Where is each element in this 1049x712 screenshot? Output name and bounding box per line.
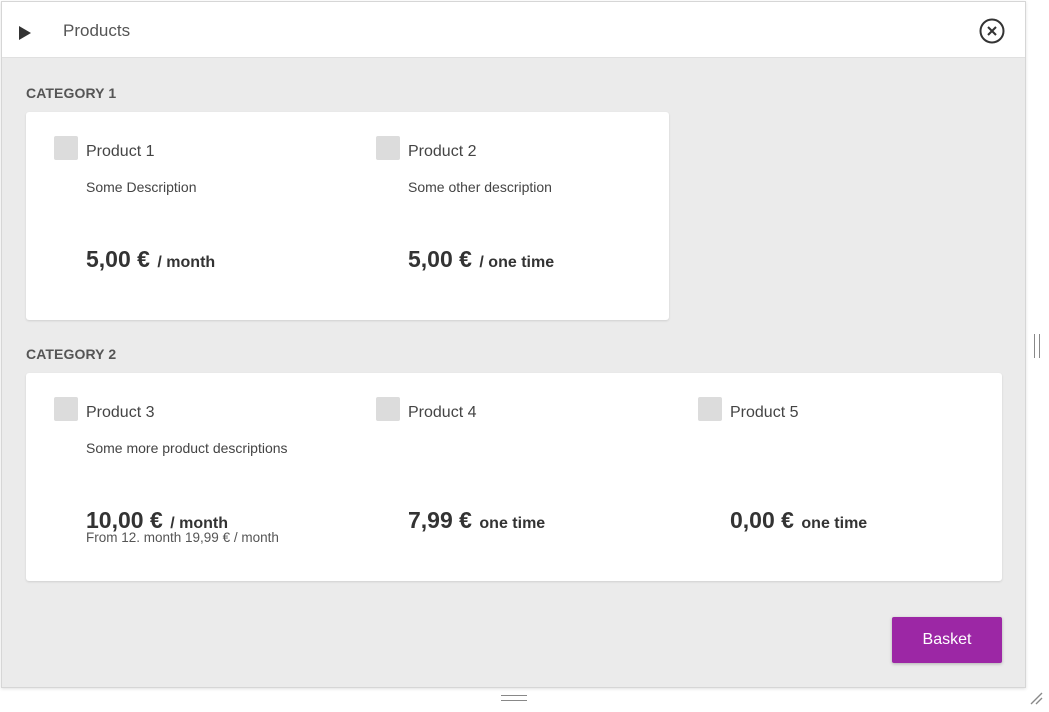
product-description: Some other description <box>408 179 552 195</box>
close-icon[interactable] <box>979 18 1005 44</box>
product-checkbox[interactable] <box>376 136 400 160</box>
dialog-title: Products <box>63 21 131 40</box>
price-note: From 12. month 19,99 € / month <box>86 530 279 545</box>
product-price: 7,99 € one time <box>408 507 545 534</box>
product-description: Some Description <box>86 179 197 195</box>
product-name: Product 2 <box>408 143 477 160</box>
dialog-header: Products <box>2 2 1025 58</box>
product-price: 0,00 € one time <box>730 507 867 534</box>
product-checkbox[interactable] <box>54 397 78 421</box>
price-period: / one time <box>479 254 555 271</box>
basket-button[interactable]: Basket <box>892 617 1002 663</box>
products-dialog: Products CATEGORY 1 Product 1 Some Descr… <box>1 1 1026 688</box>
category-label: CATEGORY 1 <box>26 85 117 101</box>
product-price: 5,00 € / month <box>86 246 215 273</box>
category-label: CATEGORY 2 <box>26 346 117 362</box>
price-period: one time <box>801 515 868 532</box>
price-period: / month <box>157 254 216 271</box>
price-period: one time <box>479 515 546 532</box>
price-amount: 5,00 € <box>86 246 150 272</box>
product-name: Product 1 <box>86 143 155 160</box>
product-name: Product 5 <box>730 404 799 421</box>
price-amount: 7,99 € <box>408 507 472 533</box>
price-amount: 5,00 € <box>408 246 472 272</box>
resize-handle-right[interactable] <box>1034 334 1040 358</box>
product-checkbox[interactable] <box>698 397 722 421</box>
resize-handle-bottom[interactable] <box>501 695 527 701</box>
product-name: Product 3 <box>86 404 155 421</box>
resize-corner-icon[interactable] <box>1029 691 1043 705</box>
product-description: Some more product descriptions <box>86 440 288 456</box>
category-card: Product 1 Some Description 5,00 € / mont… <box>26 112 669 320</box>
category-card: Product 3 Some more product descriptions… <box>26 373 1002 581</box>
product-checkbox[interactable] <box>376 397 400 421</box>
product-name: Product 4 <box>408 404 477 421</box>
price-amount: 0,00 € <box>730 507 794 533</box>
play-icon[interactable] <box>19 26 31 40</box>
product-price: 5,00 € / one time <box>408 246 554 273</box>
product-checkbox[interactable] <box>54 136 78 160</box>
